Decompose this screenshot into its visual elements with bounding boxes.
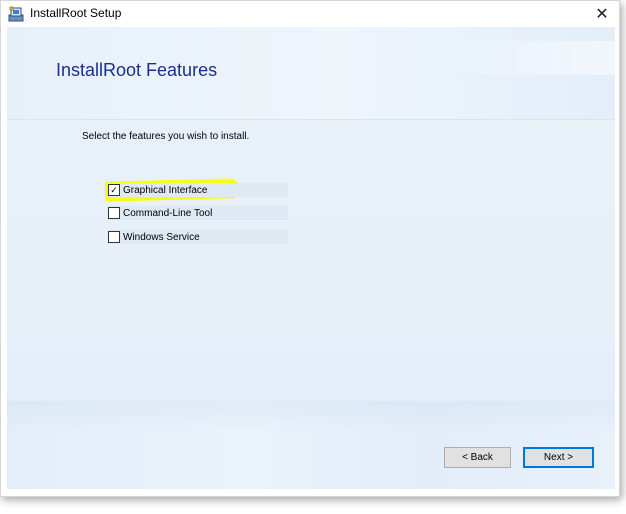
wizard-content: InstallRoot Features Select the features… <box>7 27 615 489</box>
feature-graphical-interface[interactable]: ✓ Graphical Interface <box>108 183 288 197</box>
window-title: InstallRoot Setup <box>30 6 122 20</box>
instruction-text: Select the features you wish to install. <box>82 131 250 142</box>
feature-checkbox[interactable] <box>108 231 120 243</box>
installer-icon <box>8 6 24 22</box>
next-button[interactable]: Next > <box>523 447 594 468</box>
feature-command-line-tool[interactable]: Command-Line Tool <box>108 206 288 220</box>
close-button[interactable]: ✕ <box>585 1 619 27</box>
feature-windows-service[interactable]: Windows Service <box>108 230 288 244</box>
back-button[interactable]: < Back <box>444 447 511 468</box>
feature-checkbox[interactable] <box>108 207 120 219</box>
feature-label: Graphical Interface <box>123 184 208 196</box>
setup-window: InstallRoot Setup ✕ InstallRoot Features… <box>0 0 620 497</box>
title-bar: InstallRoot Setup ✕ <box>1 1 619 27</box>
feature-label: Windows Service <box>123 231 200 243</box>
close-icon: ✕ <box>595 6 609 23</box>
feature-label: Command-Line Tool <box>123 207 213 219</box>
page-title: InstallRoot Features <box>56 60 218 80</box>
header-banner: InstallRoot Features <box>7 27 615 120</box>
checkmark-icon: ✓ <box>110 185 118 195</box>
footer-band <box>7 401 615 489</box>
feature-checkbox[interactable]: ✓ <box>108 184 120 196</box>
